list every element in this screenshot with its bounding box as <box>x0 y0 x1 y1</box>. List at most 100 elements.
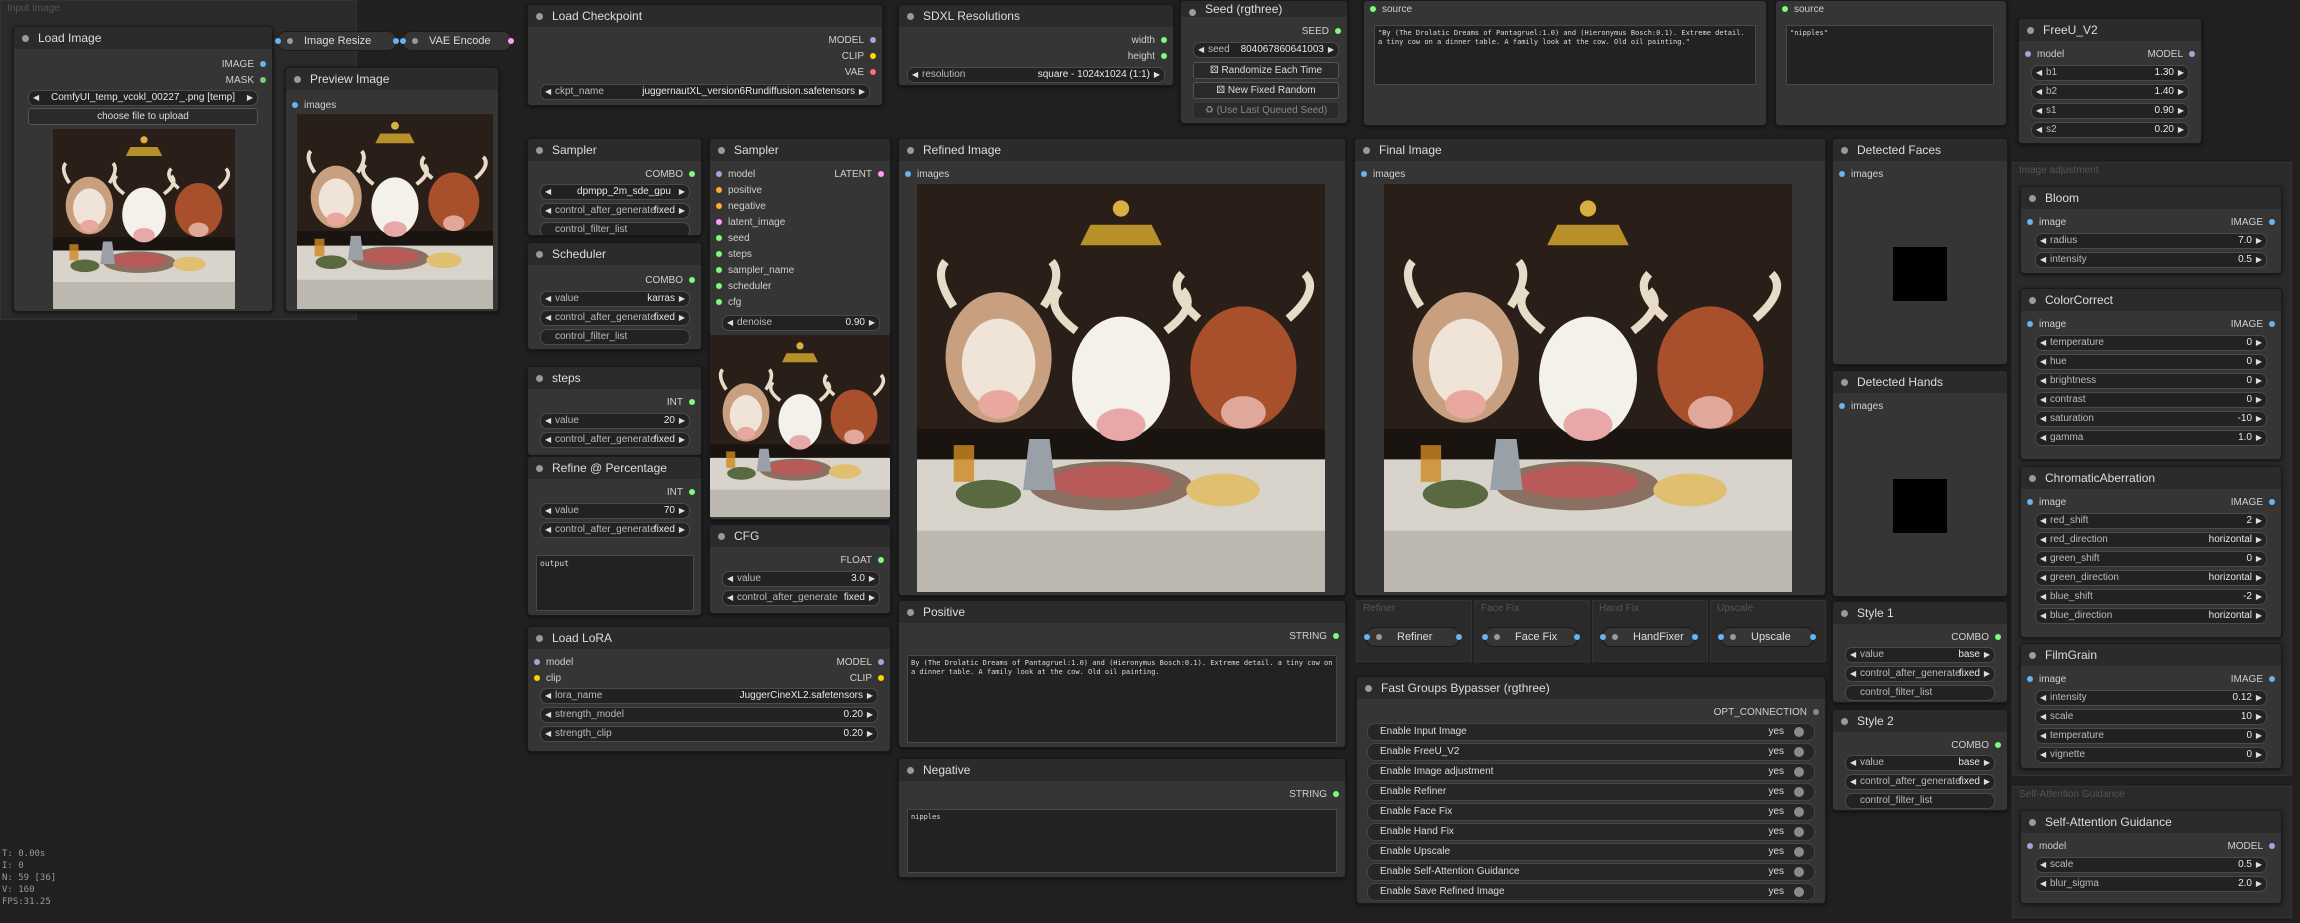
float-socket-icon[interactable] <box>878 557 884 564</box>
output-int[interactable]: INT <box>667 487 695 499</box>
string-socket-icon[interactable] <box>1782 6 1788 13</box>
output-string[interactable]: STRING <box>1289 631 1339 643</box>
node-final-image[interactable]: Final Image images <box>1354 138 1826 596</box>
input-images[interactable]: images <box>905 169 949 181</box>
output-textarea[interactable]: output <box>536 555 694 611</box>
lora-name-select[interactable]: ◀ lora_name JuggerCineXL2.safetensors ▶ <box>540 688 878 704</box>
arrow-left-icon[interactable]: ◀ <box>2040 729 2046 743</box>
input-images[interactable]: images <box>1361 169 1405 181</box>
arrow-right-icon[interactable]: ▶ <box>2256 609 2262 623</box>
input-source[interactable]: source <box>1782 4 1824 16</box>
socket-icon[interactable] <box>716 299 722 306</box>
param-input[interactable]: ◀ blue_direction horizontal ▶ <box>2035 608 2267 624</box>
arrow-left-icon[interactable]: ◀ <box>2036 104 2042 118</box>
arrow-right-icon[interactable]: ▶ <box>679 523 685 537</box>
bypass-toggle[interactable]: Enable Input Image yes <box>1367 723 1815 741</box>
combo-socket-icon[interactable] <box>1995 634 2001 641</box>
node-title[interactable]: Detected Faces <box>1833 139 2007 161</box>
arrow-left-icon[interactable]: ◀ <box>545 523 551 537</box>
node-title[interactable]: Style 2 <box>1833 710 2007 732</box>
output-seed[interactable]: SEED <box>1302 26 1341 38</box>
arrow-right-icon[interactable]: ▶ <box>1984 648 1990 662</box>
cfg-value-input[interactable]: ◀ value 3.0 ▶ <box>722 571 880 587</box>
refine-value-input[interactable]: ◀ value 70 ▶ <box>540 503 690 519</box>
style-value-select[interactable]: ◀ value base ▶ <box>1845 647 1995 663</box>
node-self-attention-guidance[interactable]: Self-Attention Guidance model MODEL ◀ sca… <box>2020 810 2282 904</box>
output-image[interactable]: IMAGE <box>2231 319 2275 331</box>
socket-icon[interactable] <box>716 187 722 194</box>
toggle-knob-icon[interactable] <box>1794 787 1804 797</box>
output-combo[interactable]: COMBO <box>645 169 695 181</box>
combo-socket-icon[interactable] <box>1995 742 2001 749</box>
model-socket-icon[interactable] <box>878 659 884 666</box>
node-title[interactable]: ColorCorrect <box>2021 289 2281 311</box>
arrow-left-icon[interactable]: ◀ <box>2036 123 2042 137</box>
arrow-right-icon[interactable]: ▶ <box>679 311 685 325</box>
collapse-dot-icon[interactable] <box>287 38 293 44</box>
image-socket-icon[interactable] <box>1361 171 1367 178</box>
node-title[interactable]: Style 1 <box>1833 602 2007 624</box>
node-seed[interactable]: Seed (rgthree) SEED ◀ seed 804067860641003… <box>1180 0 1348 124</box>
int-socket-icon[interactable] <box>1161 53 1167 60</box>
param-input[interactable]: ◀ b1 1.30 ▶ <box>2031 65 2189 81</box>
param-input[interactable]: ◀ green_direction horizontal ▶ <box>2035 570 2267 586</box>
strength-model-input[interactable]: ◀ strength_model 0.20 ▶ <box>540 707 878 723</box>
input-image[interactable]: image <box>2027 497 2066 509</box>
arrow-left-icon[interactable]: ◀ <box>2040 431 2046 445</box>
node-title[interactable]: CFG <box>710 525 890 547</box>
arrow-right-icon[interactable]: ▶ <box>679 433 685 447</box>
arrow-left-icon[interactable]: ◀ <box>545 727 551 741</box>
node-negative[interactable]: Negative STRING nipples <box>898 758 1346 878</box>
arrow-right-icon[interactable]: ▶ <box>1984 756 1990 770</box>
scheduler-value-select[interactable]: ◀ value karras ▶ <box>540 291 690 307</box>
toggle-knob-icon[interactable] <box>1794 807 1804 817</box>
output-combo[interactable]: COMBO <box>1951 632 2001 644</box>
output-latent[interactable]: LATENT <box>834 169 884 181</box>
node-title[interactable]: Load Image <box>14 27 272 49</box>
input-clip[interactable]: clip <box>534 673 561 685</box>
input-negative[interactable]: negative <box>716 201 766 213</box>
arrow-left-icon[interactable]: ◀ <box>2040 253 2046 267</box>
ckpt-name-select[interactable]: ◀ ckpt_name juggernautXL_version6Rundiffus… <box>540 84 870 100</box>
output-model[interactable]: MODEL <box>2147 49 2195 61</box>
output-clip[interactable]: CLIP <box>842 51 876 63</box>
control-filter-list-input[interactable]: control_filter_list <box>1845 685 1995 701</box>
arrow-left-icon[interactable]: ◀ <box>545 414 551 428</box>
image-socket-icon[interactable] <box>905 171 911 178</box>
arrow-right-icon[interactable]: ▶ <box>1328 43 1334 57</box>
arrow-right-icon[interactable]: ▶ <box>2256 691 2262 705</box>
output-socket-icon[interactable] <box>1574 634 1580 640</box>
socket-icon[interactable] <box>716 251 722 258</box>
output-opt-connection[interactable]: OPT_CONNECTION <box>1714 707 1819 719</box>
input-socket-icon[interactable] <box>1364 634 1370 640</box>
node-scheduler[interactable]: Scheduler COMBO ◀ value karras ▶ ◀ control_a… <box>527 242 702 350</box>
collapse-dot-icon[interactable] <box>412 38 418 44</box>
node-title[interactable]: Scheduler <box>528 243 701 265</box>
output-model[interactable]: MODEL <box>828 35 876 47</box>
arrow-right-icon[interactable]: ▶ <box>1984 667 1990 681</box>
image-file-select[interactable]: ◀ ComfyUI_temp_vcokl_00227_.png [temp] ▶ <box>28 90 258 106</box>
bypass-toggle[interactable]: Enable Self-Attention Guidance yes <box>1367 863 1815 881</box>
node-bloom[interactable]: Bloom image IMAGE ◀ radius 7.0 ▶ ◀ intensity 0… <box>2020 186 2282 274</box>
node-preview-image[interactable]: Preview Image images <box>285 67 499 312</box>
input-cfg[interactable]: cfg <box>716 297 741 309</box>
toggle-knob-icon[interactable] <box>1794 827 1804 837</box>
int-socket-icon[interactable] <box>1335 28 1341 35</box>
input-model[interactable]: model <box>716 169 755 181</box>
resolution-select[interactable]: ◀ resolution square - 1024x1024 (1:1) ▶ <box>907 67 1165 83</box>
node-detected-hands[interactable]: Detected Hands images <box>1832 370 2008 597</box>
param-input[interactable]: ◀ brightness 0 ▶ <box>2035 373 2267 389</box>
arrow-right-icon[interactable]: ▶ <box>1984 775 1990 789</box>
image-socket-icon[interactable] <box>2269 676 2275 683</box>
image-socket-icon[interactable] <box>2269 219 2275 226</box>
negative-prompt-textarea[interactable]: nipples <box>907 809 1337 873</box>
node-source-negative[interactable]: source "nipples" <box>1775 0 2007 126</box>
arrow-right-icon[interactable]: ▶ <box>679 292 685 306</box>
node-freeu-v2[interactable]: FreeU_V2 model MODEL ◀ b1 1.30 ▶ ◀ b2 1.40 ▶ ◀ s1… <box>2018 18 2202 144</box>
input-socket-icon[interactable] <box>1600 634 1606 640</box>
bypass-toggle[interactable]: Enable Image adjustment yes <box>1367 763 1815 781</box>
arrow-left-icon[interactable]: ◀ <box>545 292 551 306</box>
output-combo[interactable]: COMBO <box>1951 740 2001 752</box>
arrow-left-icon[interactable]: ◀ <box>2040 571 2046 585</box>
image-socket-icon[interactable] <box>1839 171 1845 178</box>
